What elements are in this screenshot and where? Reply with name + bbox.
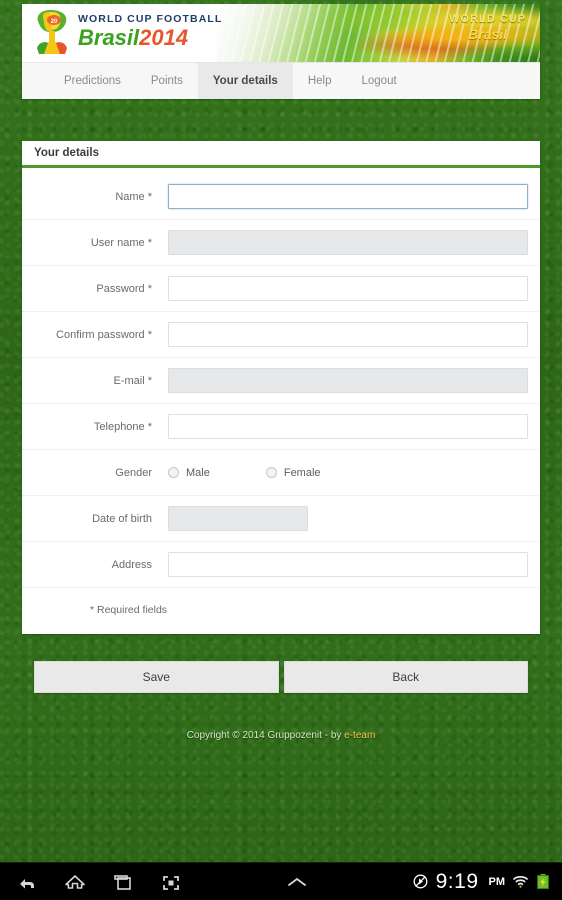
details-form: Name * User name * Password * Confirm pa… [22, 168, 540, 634]
form-row-gender: Gender Male Female [22, 450, 540, 496]
form-row-telephone: Telephone * [22, 404, 540, 450]
password-input[interactable] [168, 276, 528, 301]
label-gender: Gender [115, 466, 152, 479]
nav-item-predictions[interactable]: Predictions [49, 63, 136, 99]
app-screen: WORLD CUP Brasil 20 WORLD CUP FOOTBALL B… [0, 0, 562, 900]
gender-female-label: Female [283, 466, 321, 479]
save-button[interactable]: Save [34, 661, 279, 693]
world-cup-trophy-icon: 20 [30, 7, 74, 59]
label-email: E-mail * [113, 374, 152, 387]
email-input [168, 368, 528, 393]
your-details-card: Your details Name * User name * Password… [22, 141, 540, 634]
site-banner: WORLD CUP Brasil 20 WORLD CUP FOOTBALL B… [22, 4, 540, 62]
label-telephone: Telephone * [93, 420, 152, 433]
wifi-icon[interactable] [512, 873, 529, 890]
label-confirm-password: Confirm password * [56, 328, 152, 341]
chevron-up-icon[interactable] [284, 874, 310, 890]
banner-artwork [217, 4, 540, 62]
page-footer: Copyright © 2014 Gruppozenit - by e-team [0, 730, 562, 741]
web-page: WORLD CUP Brasil 20 WORLD CUP FOOTBALL B… [0, 0, 562, 862]
label-name: Name * [115, 190, 152, 203]
status-bar-clock: 9:19 [435, 869, 479, 893]
form-actions: Save Back [34, 661, 528, 693]
form-row-username: User name * [22, 220, 540, 266]
nav-item-logout[interactable]: Logout [346, 63, 411, 99]
gender-option-female[interactable]: Female [265, 466, 321, 479]
home-icon[interactable] [64, 872, 86, 892]
nav-item-points[interactable]: Points [136, 63, 198, 99]
screenshot-icon[interactable] [160, 872, 182, 892]
gender-option-male[interactable]: Male [168, 467, 210, 479]
name-input[interactable] [168, 184, 528, 209]
back-arrow-icon[interactable] [16, 872, 38, 892]
form-row-password: Password * [22, 266, 540, 312]
wordmark-year: 2014 [139, 25, 189, 50]
copyright-text: Copyright © 2014 Gruppozenit - by [186, 730, 345, 741]
site-wordmark: WORLD CUP FOOTBALL Brasil2014 [78, 13, 222, 53]
address-input[interactable] [168, 552, 528, 577]
svg-text:20: 20 [51, 19, 58, 25]
eteam-link[interactable]: e-team [344, 730, 375, 741]
form-row-email: E-mail * [22, 358, 540, 404]
form-row-name: Name * [22, 174, 540, 220]
form-row-confirm-password: Confirm password * [22, 312, 540, 358]
nav-item-help[interactable]: Help [293, 63, 347, 99]
header-card: WORLD CUP Brasil 20 WORLD CUP FOOTBALL B… [22, 4, 540, 99]
site-logo[interactable]: 20 WORLD CUP FOOTBALL Brasil2014 [30, 7, 222, 59]
username-input [168, 230, 528, 255]
label-address: Address [111, 558, 152, 571]
form-row-address: Address [22, 542, 540, 588]
gender-male-label: Male [186, 466, 210, 479]
nav-item-your-details[interactable]: Your details [197, 63, 293, 99]
gender-radio-group: Male Female [168, 467, 377, 479]
main-navigation: Predictions Points Your details Help Log… [22, 62, 540, 99]
battery-charging-icon[interactable] [536, 873, 550, 890]
date-of-birth-input [168, 506, 308, 531]
android-system-bar: 9:19 PM [0, 862, 562, 900]
recent-apps-icon[interactable] [112, 872, 134, 892]
status-bar-ampm: PM [488, 875, 506, 888]
radio-icon-female[interactable] [265, 467, 277, 478]
wordmark-line2: Brasil2014 [78, 26, 222, 53]
telephone-input[interactable] [168, 414, 528, 439]
wordmark-line1: WORLD CUP FOOTBALL [78, 13, 223, 25]
label-date-of-birth: Date of birth [92, 512, 152, 525]
card-title: Your details [22, 141, 540, 168]
label-username: User name * [90, 236, 152, 249]
radio-icon-male[interactable] [168, 467, 179, 478]
back-button[interactable]: Back [283, 661, 528, 693]
wordmark-brasil: Brasil [78, 25, 140, 50]
label-password: Password * [96, 282, 152, 295]
confirm-password-input[interactable] [168, 322, 528, 347]
mute-icon[interactable] [412, 873, 429, 890]
form-row-date-of-birth: Date of birth [22, 496, 540, 542]
required-fields-note: * Required fields [90, 604, 168, 616]
